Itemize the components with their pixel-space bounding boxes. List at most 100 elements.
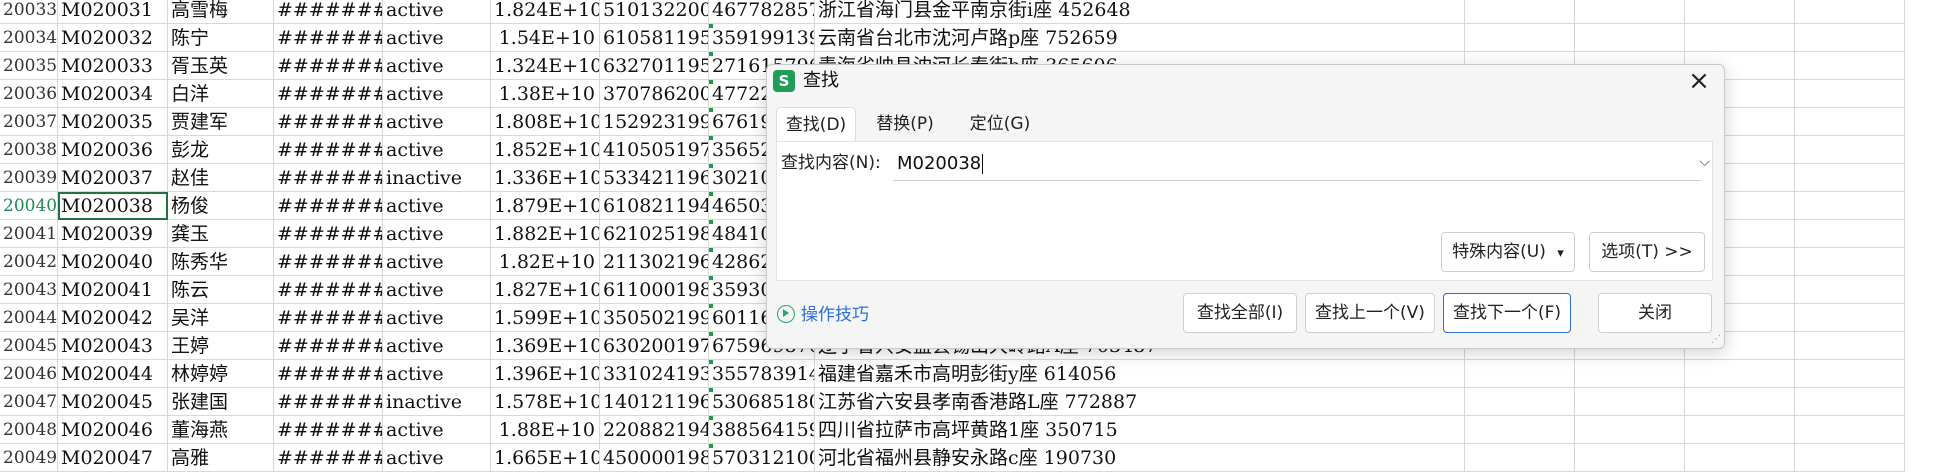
cell-name[interactable]: 贾建军 [168,108,274,136]
empty-cell[interactable] [1685,24,1795,52]
cell-number[interactable]: 1.38E+10 [491,80,600,108]
cell-date[interactable]: ######### [274,416,383,444]
row-number[interactable]: 20042 [0,248,58,276]
cell-status[interactable]: active [383,276,491,304]
cell-number[interactable]: 1.396E+10 [491,360,600,388]
cell-id-number[interactable]: 533421196 [600,164,709,192]
cell-phone[interactable]: 359199139 [709,24,815,52]
empty-cell[interactable] [1465,388,1575,416]
row-number[interactable]: 20048 [0,416,58,444]
empty-cell[interactable] [1795,360,1905,388]
cell-member-id[interactable]: M020045 [58,388,168,416]
cell-date[interactable]: ######### [274,192,383,220]
cell-number[interactable]: 1.599E+10 [491,304,600,332]
cell-date[interactable]: ######### [274,24,383,52]
cell-id-number[interactable]: 510132200 [600,0,709,24]
tab-replace[interactable]: 替换(P) [862,107,948,141]
options-button[interactable]: 选项(T) >> [1589,232,1705,272]
empty-cell[interactable] [1795,304,1905,332]
cell-date[interactable]: ######### [274,360,383,388]
cell-name[interactable]: 张建国 [168,388,274,416]
cell-date[interactable]: ######### [274,332,383,360]
empty-cell[interactable] [1575,444,1685,472]
row-number[interactable]: 20035 [0,52,58,80]
cell-address[interactable]: 浙江省海门县金平南京街i座 452648 [815,0,1355,24]
cell-member-id[interactable]: M020039 [58,220,168,248]
cell-status[interactable]: active [383,52,491,80]
empty-cell[interactable] [1465,24,1575,52]
cell-member-id[interactable]: M020041 [58,276,168,304]
special-content-button[interactable]: 特殊内容(U) ▾ [1441,232,1575,272]
cell-name[interactable]: 陈云 [168,276,274,304]
cell-name[interactable]: 林婷婷 [168,360,274,388]
empty-cell[interactable] [1795,192,1905,220]
cell-member-id[interactable]: M020034 [58,80,168,108]
cell-number[interactable]: 1.82E+10 [491,248,600,276]
cell-date[interactable]: ######### [274,136,383,164]
cell-id-number[interactable]: 621025198 [600,220,709,248]
close-icon[interactable]: × [1686,68,1712,95]
empty-cell[interactable] [1795,444,1905,472]
cell-member-id[interactable]: M020031 [58,0,168,24]
cell-date[interactable]: ######### [274,52,383,80]
cell-number[interactable]: 1.852E+10 [491,136,600,164]
empty-cell[interactable] [1795,0,1905,24]
cell-status[interactable]: active [383,80,491,108]
cell-address[interactable]: 四川省拉萨市高坪黄路1座 350715 [815,416,1355,444]
row-number[interactable]: 20040 [0,192,58,220]
row-number[interactable]: 20044 [0,304,58,332]
tab-goto[interactable]: 定位(G) [960,107,1040,141]
cell-address[interactable]: 福建省嘉禾市高明彭街y座 614056 [815,360,1355,388]
row-number[interactable]: 20038 [0,136,58,164]
cell-member-id[interactable]: M020036 [58,136,168,164]
cell-number[interactable]: 1.578E+10 [491,388,600,416]
cell-status[interactable]: active [383,416,491,444]
cell-id-number[interactable]: 610581195 [600,24,709,52]
cell-number[interactable]: 1.808E+10 [491,108,600,136]
cell-status[interactable]: active [383,108,491,136]
cell-id-number[interactable]: 610821194 [600,192,709,220]
row-number[interactable]: 20033 [0,0,58,24]
cell-name[interactable]: 白洋 [168,80,274,108]
cell-status[interactable]: active [383,136,491,164]
cell-id-number[interactable]: 220882194 [600,416,709,444]
tab-find[interactable]: 查找(D) [776,107,856,142]
close-button[interactable]: 关闭 [1598,293,1712,333]
empty-cell[interactable] [1355,24,1465,52]
resize-grip-icon[interactable]: ⋰ [1711,335,1721,345]
cell-id-number[interactable]: 632701195 [600,52,709,80]
empty-cell[interactable] [1355,0,1465,24]
cell-id-number[interactable]: 331024193 [600,360,709,388]
cell-phone[interactable]: 388564159 [709,416,815,444]
empty-cell[interactable] [1685,444,1795,472]
cell-date[interactable]: ######### [274,388,383,416]
cell-status[interactable]: active [383,304,491,332]
cell-member-id[interactable]: M020040 [58,248,168,276]
empty-cell[interactable] [1465,416,1575,444]
cell-name[interactable]: 吴洋 [168,304,274,332]
cell-id-number[interactable]: 370786200 [600,80,709,108]
row-number[interactable]: 20045 [0,332,58,360]
cell-phone[interactable]: 467782857 [709,0,815,24]
cell-status[interactable]: active [383,192,491,220]
cell-date[interactable]: ######### [274,108,383,136]
empty-cell[interactable] [1795,136,1905,164]
cell-id-number[interactable]: 152923199 [600,108,709,136]
cell-address[interactable]: 云南省台北市沈河卢路p座 752659 [815,24,1355,52]
empty-cell[interactable] [1795,24,1905,52]
cell-address[interactable]: 河北省福州县静安永路c座 190730 [815,444,1355,472]
cell-member-id[interactable]: M020044 [58,360,168,388]
empty-cell[interactable] [1575,388,1685,416]
find-next-button[interactable]: 查找下一个(F) [1443,293,1571,333]
cell-name[interactable]: 彭龙 [168,136,274,164]
empty-cell[interactable] [1575,416,1685,444]
cell-date[interactable]: ######### [274,164,383,192]
cell-name[interactable]: 胥玉英 [168,52,274,80]
empty-cell[interactable] [1575,0,1685,24]
cell-date[interactable]: ######### [274,304,383,332]
cell-name[interactable]: 王婷 [168,332,274,360]
cell-member-id[interactable]: M020047 [58,444,168,472]
row-number[interactable]: 20036 [0,80,58,108]
empty-cell[interactable] [1685,0,1795,24]
row-number[interactable]: 20039 [0,164,58,192]
